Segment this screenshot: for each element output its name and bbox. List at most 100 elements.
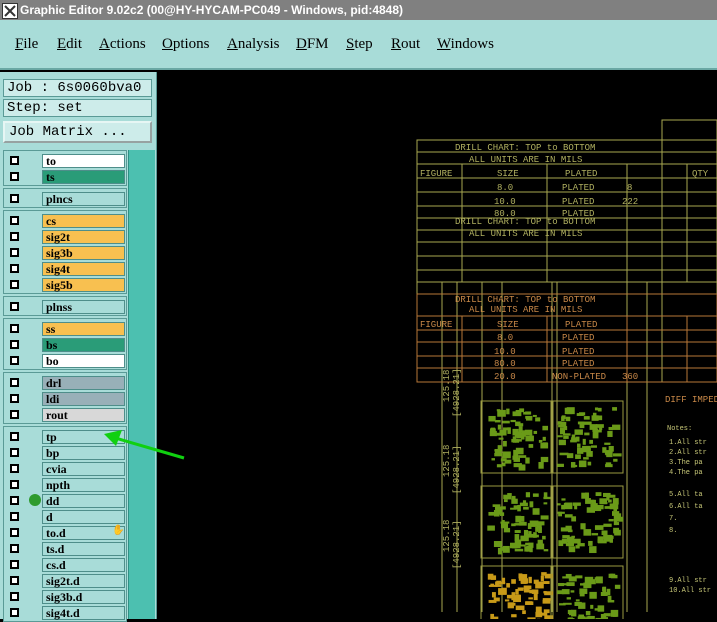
copper-feature [577,413,584,416]
layer-name[interactable]: cs [42,214,125,228]
layer-row[interactable]: cs [4,213,126,229]
layer-row[interactable]: to [4,153,126,169]
copper-feature [566,582,574,586]
layer-checkbox[interactable] [10,592,19,601]
layer-name[interactable]: ss [42,322,125,336]
layer-row[interactable]: ts.d [4,541,126,557]
layer-checkbox[interactable] [10,302,19,311]
copper-feature [574,602,581,606]
layer-name[interactable]: sig4t.d [42,606,125,620]
layer-checkbox[interactable] [10,232,19,241]
copper-feature [563,436,569,439]
copper-feature [500,512,504,516]
layer-row[interactable]: ss [4,321,126,337]
layer-row[interactable]: sig4t [4,261,126,277]
layer-row[interactable]: d [4,509,126,525]
copper-feature [529,436,533,441]
copper-feature [573,539,581,544]
chart3-row4-size: 20.0 [494,372,516,382]
copper-feature [584,433,589,436]
layer-name[interactable]: sig2t.d [42,574,125,588]
job-matrix-button[interactable]: Job Matrix ... [3,121,152,143]
menu-actions[interactable]: Actions [99,36,146,53]
menu-step[interactable]: Step [346,36,373,53]
layer-checkbox[interactable] [10,448,19,457]
note-7: 7. [669,515,677,523]
layer-checkbox[interactable] [10,378,19,387]
layer-row[interactable]: cs.d [4,557,126,573]
row1-plated: PLATED [562,183,594,193]
layer-name[interactable]: ldi [42,392,125,406]
layer-name[interactable]: d [42,510,125,524]
copper-feature [528,577,531,583]
layer-checkbox[interactable] [10,156,19,165]
layer-checkbox[interactable] [10,216,19,225]
layer-row[interactable]: npth [4,477,126,493]
layer-checkbox[interactable] [10,264,19,273]
layer-name[interactable]: sig4t [42,262,125,276]
layer-row[interactable]: sig3b.d [4,589,126,605]
layer-checkbox[interactable] [10,172,19,181]
layer-checkbox[interactable] [10,194,19,203]
layer-row[interactable]: plnss [4,299,126,315]
layer-name[interactable]: ts.d [42,542,125,556]
layer-row[interactable]: ts [4,169,126,185]
layer-row[interactable]: bo [4,353,126,369]
layer-name[interactable]: to [42,154,125,168]
layer-row[interactable]: dd [4,493,126,509]
menu-edit[interactable]: Edit [57,36,82,53]
layer-checkbox[interactable] [10,608,19,617]
copper-feature [594,430,602,432]
layer-checkbox[interactable] [10,432,19,441]
layer-scrollbar[interactable] [128,150,155,619]
layer-row[interactable]: to.d✋ [4,525,126,541]
menu-analysis[interactable]: Analysis [227,36,280,53]
layer-name[interactable]: dd [42,494,125,508]
layer-name[interactable]: sig2t [42,230,125,244]
layer-checkbox[interactable] [10,576,19,585]
layer-checkbox[interactable] [10,280,19,289]
layer-name[interactable]: sig3b.d [42,590,125,604]
menu-file[interactable]: File [15,36,38,53]
menu-rout[interactable]: Rout [391,36,420,53]
layer-checkbox[interactable] [10,324,19,333]
layer-checkbox[interactable] [10,480,19,489]
layer-name[interactable]: ts [42,170,125,184]
layer-checkbox[interactable] [10,512,19,521]
menu-dfm[interactable]: DFM [296,36,329,53]
chart3-row4-plated: NON-PLATED [552,372,606,382]
copper-feature [519,464,526,470]
layer-name[interactable]: cs.d [42,558,125,572]
layer-checkbox[interactable] [10,394,19,403]
layer-name[interactable]: npth [42,478,125,492]
layer-row[interactable]: bs [4,337,126,353]
layer-checkbox[interactable] [10,340,19,349]
graphic-canvas[interactable]: DRILL CHART: TOP to BOTTOM ALL UNITS ARE… [157,72,717,619]
layer-row[interactable]: plncs [4,191,126,207]
layer-name[interactable]: bs [42,338,125,352]
menu-windows[interactable]: Windows [437,36,494,53]
layer-checkbox[interactable] [10,560,19,569]
layer-row[interactable]: sig2t.d [4,573,126,589]
layer-name[interactable]: sig5b [42,278,125,292]
menu-options[interactable]: Options [162,36,210,53]
layer-checkbox[interactable] [10,356,19,365]
copper-feature [544,549,549,551]
layer-row[interactable]: sig2t [4,229,126,245]
layer-row[interactable]: drl [4,375,126,391]
layer-checkbox[interactable] [10,496,19,505]
layer-name[interactable]: bo [42,354,125,368]
layer-row[interactable]: sig3b [4,245,126,261]
layer-checkbox[interactable] [10,544,19,553]
layer-name[interactable]: sig3b [42,246,125,260]
layer-row[interactable]: sig5b [4,277,126,293]
layer-checkbox[interactable] [10,528,19,537]
layer-row[interactable]: ldi [4,391,126,407]
layer-name[interactable]: plnss [42,300,125,314]
layer-checkbox[interactable] [10,248,19,257]
layer-name[interactable]: plncs [42,192,125,206]
diff-impedance-note: DIFF IMPEDANCE [665,395,717,405]
layer-name[interactable]: drl [42,376,125,390]
layer-checkbox[interactable] [10,410,19,419]
layer-checkbox[interactable] [10,464,19,473]
